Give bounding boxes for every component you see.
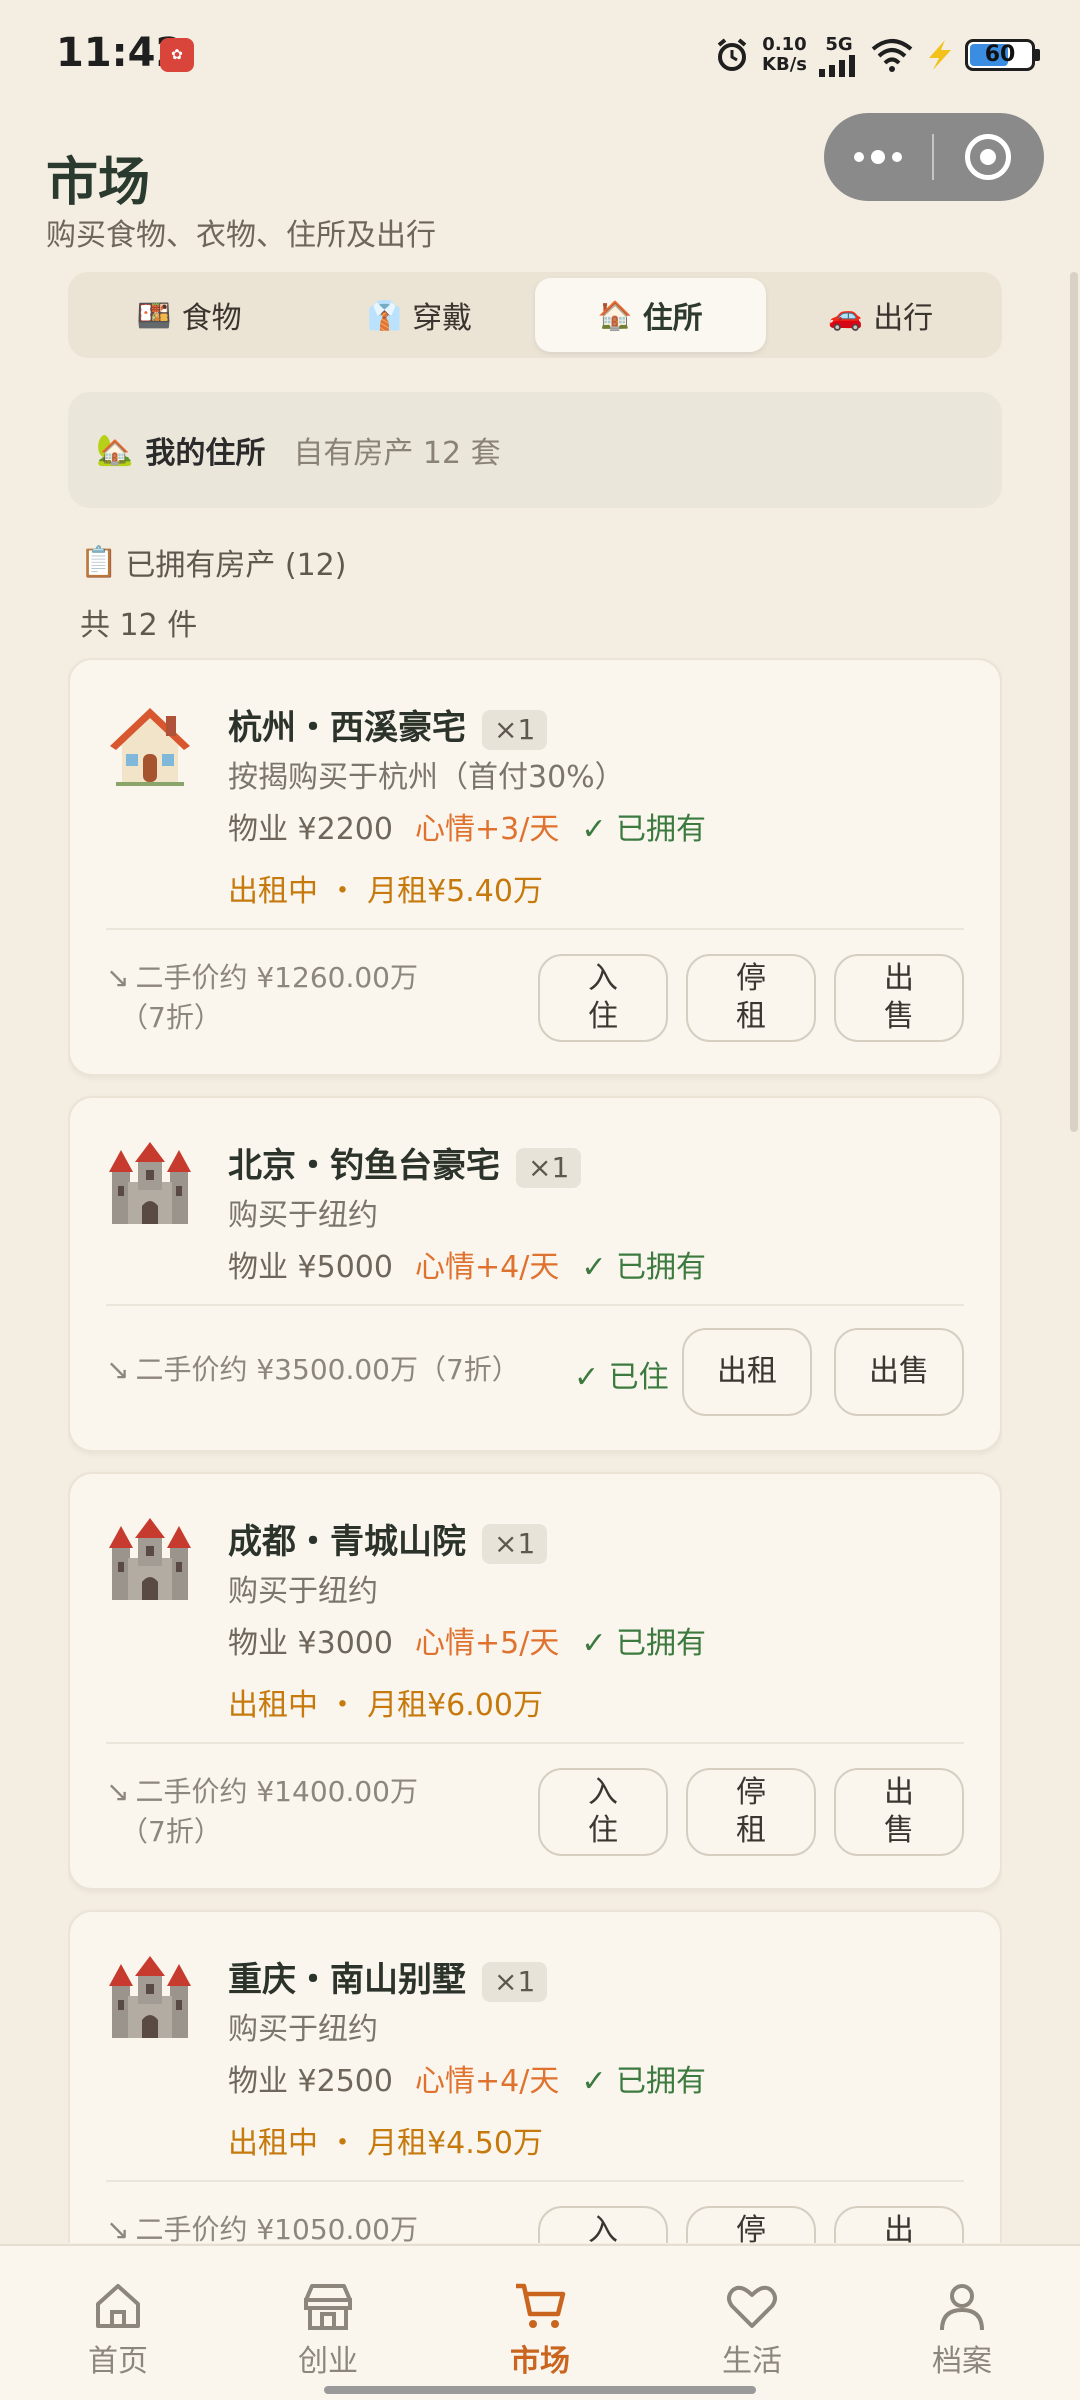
property-source: 按揭购买于杭州（首付30%）	[228, 760, 625, 795]
property-title: 重庆・南山别墅 ×1	[228, 1952, 548, 2002]
status-icons: 0.10 KB/s 5G 60	[714, 30, 1040, 80]
network-speed: 0.10 KB/s	[762, 34, 807, 75]
target-icon	[965, 134, 1011, 180]
quantity-badge: ×1	[482, 1961, 548, 2002]
store-icon	[304, 2284, 352, 2330]
bento-icon: 🍱	[136, 298, 172, 332]
rental-status: 出租中 ・ 月租¥4.50万	[228, 2126, 543, 2161]
cellular-signal: 5G	[819, 34, 859, 77]
tab-travel[interactable]: 🚗 出行	[766, 278, 997, 352]
close-miniprogram-button[interactable]	[934, 113, 1042, 201]
miniprogram-capsule	[824, 113, 1044, 201]
tab-clothing[interactable]: 👔 穿戴	[305, 278, 536, 352]
sell-button[interactable]: 出售	[834, 954, 964, 1042]
app-notification-icon: ✿	[160, 38, 194, 72]
charging-icon	[929, 40, 951, 70]
sell-button[interactable]: 出售	[834, 2206, 964, 2243]
rental-status: 出租中 ・ 月租¥5.40万	[228, 874, 543, 909]
property-card: 北京・钓鱼台豪宅 ×1 购买于纽约 物业 ¥5000 心情+4/天 ✓ 已拥有 ↘…	[68, 1096, 1002, 1452]
lived-in-status: ✓ 已住	[574, 1360, 669, 1395]
my-housing-summary: 🏡 我的住所 自有房产 12 套	[68, 392, 1002, 508]
resale-price: ↘ 二手价约 ¥1400.00万 （7折）	[106, 1775, 418, 1848]
item-count: 共 12 件	[80, 608, 198, 643]
resale-price: ↘ 二手价约 ¥1050.00万	[106, 2210, 418, 2243]
category-tabs: 🍱 食物 👔 穿戴 🏠 住所 🚗 出行	[68, 272, 1002, 358]
property-card: 杭州・西溪豪宅 ×1 按揭购买于杭州（首付30%） 物业 ¥2200 心情+3/天…	[68, 658, 1002, 1076]
tab-food[interactable]: 🍱 食物	[74, 278, 305, 352]
profile-icon	[940, 2284, 984, 2331]
scrollbar[interactable]	[1070, 272, 1078, 1132]
property-source: 购买于纽约	[228, 1574, 378, 1609]
nav-home[interactable]: 首页	[48, 2278, 188, 2380]
castle-icon	[109, 1518, 191, 1600]
nav-profile[interactable]: 档案	[892, 2278, 1032, 2380]
signal-icon	[819, 54, 855, 77]
house-garden-icon: 🏡	[96, 432, 134, 468]
summary-detail: 自有房产 12 套	[293, 436, 501, 471]
resale-price: ↘ 二手价约 ¥1260.00万 （7折）	[106, 961, 418, 1034]
more-options-button[interactable]	[824, 113, 932, 201]
property-title: 北京・钓鱼台豪宅 ×1	[228, 1138, 582, 1188]
stop-rent-button[interactable]: 停租	[686, 2206, 816, 2243]
property-card: 成都・青城山院 ×1 购买于纽约 物业 ¥3000 心情+5/天 ✓ 已拥有 出租…	[68, 1472, 1002, 1890]
trend-down-icon: ↘	[106, 1775, 130, 1808]
property-stats: 物业 ¥2500 心情+4/天 ✓ 已拥有	[228, 2064, 707, 2099]
property-title: 成都・青城山院 ×1	[228, 1514, 548, 1564]
property-card: 重庆・南山别墅 ×1 购买于纽约 物业 ¥2500 心情+4/天 ✓ 已拥有 出租…	[68, 1910, 1002, 2243]
stop-rent-button[interactable]: 停租	[686, 1768, 816, 1856]
page-subtitle: 购买食物、衣物、住所及出行	[46, 218, 436, 253]
status-bar: 11:42 ✿ 0.10 KB/s 5G 60	[0, 0, 1080, 110]
quantity-badge: ×1	[516, 1147, 582, 1188]
nav-market[interactable]: 市场	[470, 2278, 610, 2380]
car-icon: 🚗	[828, 298, 864, 332]
property-stats: 物业 ¥2200 心情+3/天 ✓ 已拥有	[228, 812, 707, 847]
property-stats: 物业 ¥5000 心情+4/天 ✓ 已拥有	[228, 1250, 707, 1285]
move-in-button[interactable]: 入住	[538, 954, 668, 1042]
trend-down-icon: ↘	[106, 961, 130, 994]
heart-icon	[727, 2285, 777, 2328]
necktie-shirt-icon: 👔	[367, 298, 403, 332]
cart-icon	[516, 2283, 566, 2328]
property-source: 购买于纽约	[228, 2012, 378, 2047]
trend-down-icon: ↘	[106, 1353, 130, 1386]
page-title: 市场	[46, 152, 151, 213]
nav-business[interactable]: 创业	[258, 2278, 398, 2380]
tab-housing[interactable]: 🏠 住所	[535, 278, 766, 352]
sell-button[interactable]: 出售	[834, 1768, 964, 1856]
home-icon	[96, 2284, 140, 2328]
resale-price: ↘ 二手价约 ¥3500.00万（7折）	[106, 1353, 520, 1386]
summary-title: 我的住所	[145, 436, 266, 471]
house-icon: 🏠	[597, 298, 633, 332]
stop-rent-button[interactable]: 停租	[686, 954, 816, 1042]
nav-life[interactable]: 生活	[682, 2278, 822, 2380]
castle-icon	[109, 1142, 191, 1224]
quantity-badge: ×1	[482, 1523, 548, 1564]
bottom-navigation: 首页 创业 市场 生活 档案	[0, 2244, 1080, 2400]
move-in-button[interactable]: 入住	[538, 1768, 668, 1856]
property-source: 购买于纽约	[228, 1198, 378, 1233]
rental-status: 出租中 ・ 月租¥6.00万	[228, 1688, 543, 1723]
owned-properties-header: 📋 已拥有房产 (12)	[80, 544, 347, 584]
battery-icon: 60	[965, 39, 1035, 71]
sell-button[interactable]: 出售	[834, 1328, 964, 1416]
property-title: 杭州・西溪豪宅 ×1	[228, 700, 548, 750]
alarm-icon	[717, 38, 747, 71]
move-in-button[interactable]: 入住	[538, 2206, 668, 2243]
property-list: 杭州・西溪豪宅 ×1 按揭购买于杭州（首付30%） 物业 ¥2200 心情+3/天…	[68, 658, 1002, 2243]
quantity-badge: ×1	[482, 709, 548, 750]
rent-out-button[interactable]: 出租	[682, 1328, 812, 1416]
wifi-icon	[871, 39, 913, 72]
castle-icon	[109, 1956, 191, 2038]
clipboard-icon: 📋	[80, 544, 118, 580]
property-stats: 物业 ¥3000 心情+5/天 ✓ 已拥有	[228, 1626, 707, 1661]
home-indicator[interactable]	[324, 2386, 756, 2394]
house-icon	[110, 708, 190, 786]
trend-down-icon: ↘	[106, 2213, 130, 2243]
